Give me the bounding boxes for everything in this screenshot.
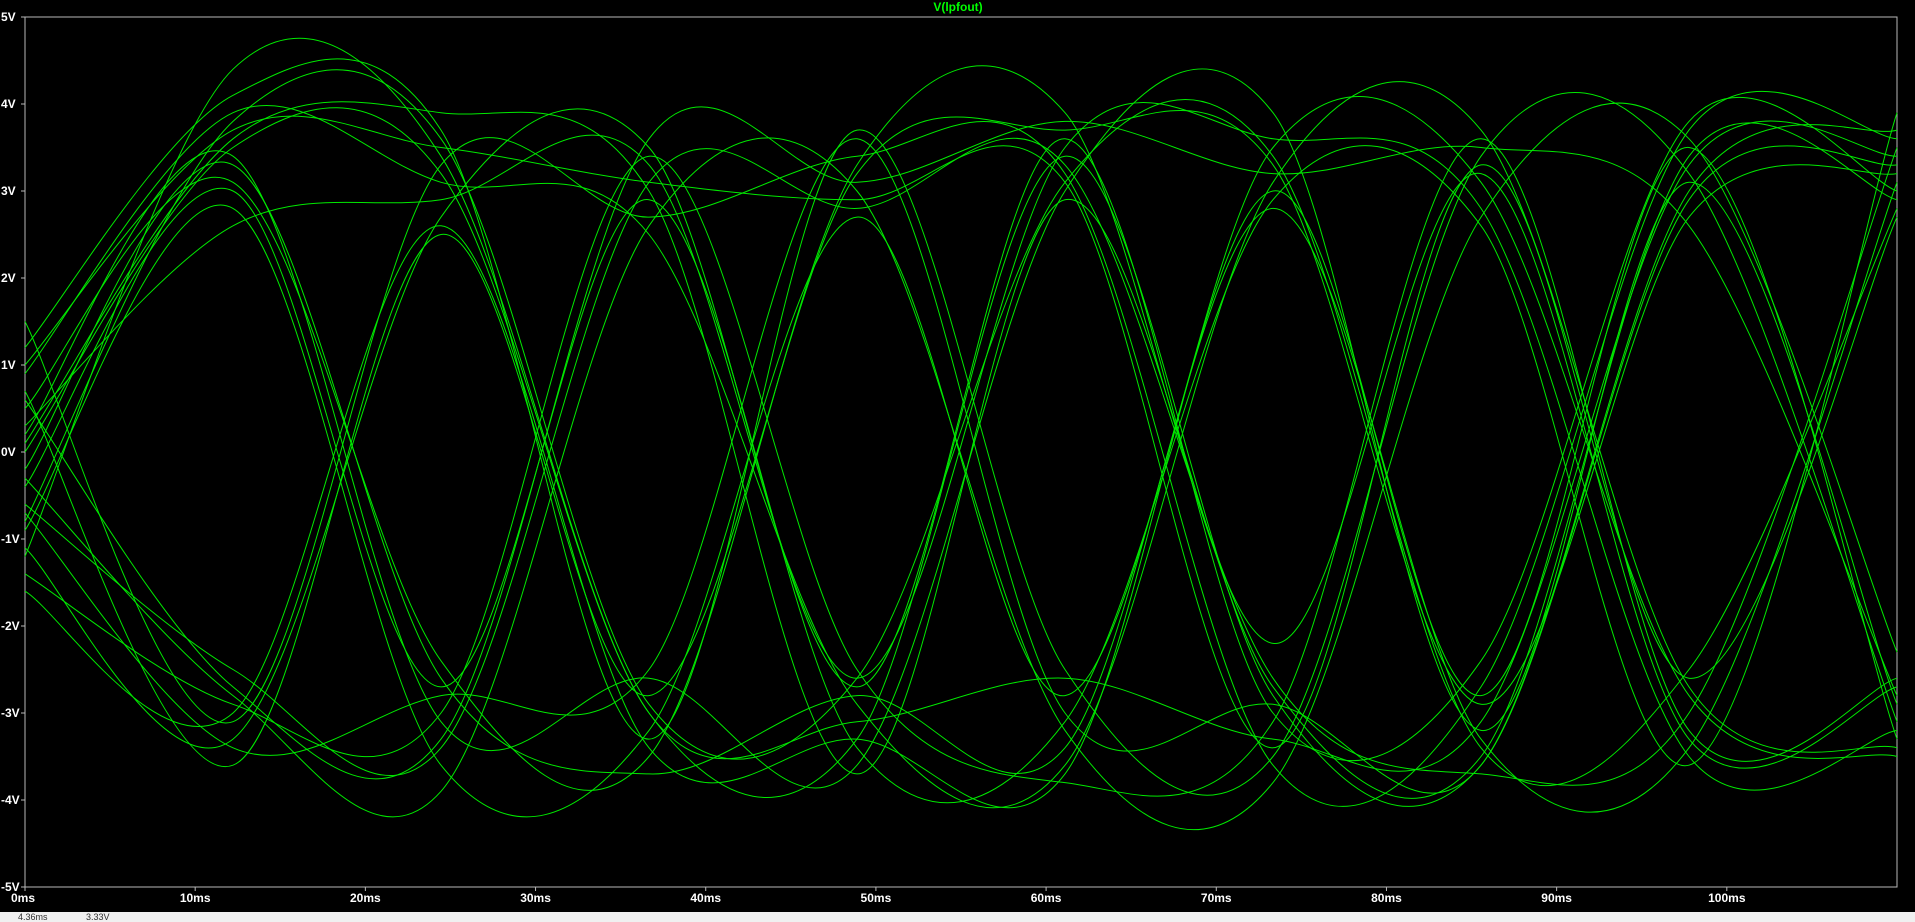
waveform-plot-window: V(lpfout) 5V 4V 3V 2V 1V 0V -1V -2V -3V -4V -5V 0ms… (0, 0, 1915, 922)
y-tick-label: 2V (1, 271, 16, 285)
y-tick-label: 5V (1, 10, 16, 24)
y-tick-label: 4V (1, 97, 16, 111)
y-tick-label: 0V (1, 445, 16, 459)
plot-canvas[interactable]: V(lpfout) 5V4V3V2V1V0V-1V-2V-3V-4V-5V0ms… (0, 0, 1915, 922)
trace-title[interactable]: V(lpfout) (933, 0, 982, 14)
y-tick-label: -3V (1, 706, 20, 720)
cursor-x-readout: 4.36ms (18, 912, 48, 922)
x-tick-label: 30ms (520, 891, 551, 905)
y-tick-label: 3V (1, 184, 16, 198)
x-tick-label: 0ms (11, 891, 35, 905)
y-tick-label: -4V (1, 793, 20, 807)
cursor-y-readout: 3.33V (86, 912, 110, 922)
y-tick-label: -1V (1, 532, 20, 546)
y-tick-label: -2V (1, 619, 20, 633)
x-tick-label: 70ms (1201, 891, 1232, 905)
x-tick-label: 10ms (180, 891, 211, 905)
status-bar (0, 912, 1915, 922)
x-tick-label: 50ms (861, 891, 892, 905)
x-tick-label: 60ms (1031, 891, 1062, 905)
x-tick-label: 100ms (1708, 891, 1746, 905)
x-tick-label: 40ms (690, 891, 721, 905)
x-tick-label: 20ms (350, 891, 381, 905)
x-tick-label: 90ms (1541, 891, 1572, 905)
plot-background (0, 0, 1915, 922)
y-tick-label: 1V (1, 358, 16, 372)
x-tick-label: 80ms (1371, 891, 1402, 905)
